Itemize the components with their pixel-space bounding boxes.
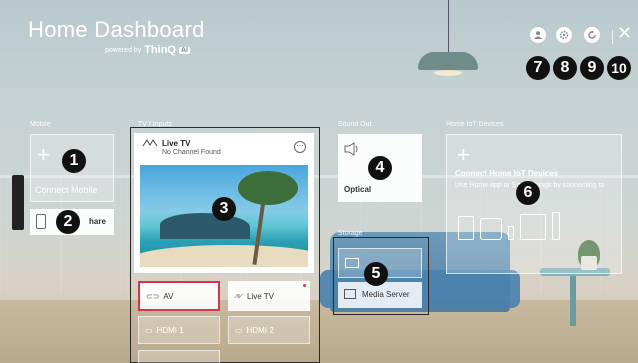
refresh-icon-glyph: [588, 30, 596, 39]
input-live-tv-label: Live TV: [247, 291, 275, 301]
media-server-card[interactable]: Media Server: [338, 282, 422, 308]
lamp-cord: [448, 0, 449, 52]
callout-2: 2: [56, 210, 80, 234]
input-hdmi-1-label: HDMI 1: [156, 325, 184, 335]
input-live-tv[interactable]: ⩘⩗ Live TV: [228, 281, 310, 311]
preview-palm-leaves: [238, 171, 298, 205]
fridge-icon: [458, 216, 474, 240]
page-title: Home Dashboard: [28, 17, 205, 42]
live-tv-subtitle: No Channel Found: [162, 149, 221, 156]
recording-dot: [303, 284, 306, 287]
input-av-label: AV: [163, 291, 174, 301]
brand-badge: AI: [178, 46, 190, 54]
sound-out-label: Optical: [344, 185, 372, 194]
section-storage: Storage: [338, 230, 363, 237]
av-icon: ⊂⊃: [146, 291, 160, 301]
callout-9: 9: [580, 56, 604, 80]
hdmi-icon: ▭: [145, 325, 153, 335]
callout-4: 4: [368, 156, 392, 180]
connect-mobile-label: Connect Mobile: [35, 185, 98, 195]
input-more[interactable]: [138, 350, 220, 363]
gear-icon[interactable]: [556, 27, 572, 43]
server-icon: [344, 289, 356, 299]
callout-1: 1: [62, 149, 86, 173]
iot-device-illustrations: [458, 212, 560, 240]
callout-6: 6: [516, 181, 540, 205]
input-av[interactable]: ⊂⊃ AV: [138, 281, 220, 311]
media-server-label: Media Server: [362, 290, 410, 299]
usb-storage-icon: [345, 258, 359, 268]
purifier-icon: [552, 212, 560, 240]
lamp-glow: [434, 70, 462, 76]
antenna-icon: [142, 139, 158, 147]
callout-10: 10: [607, 56, 631, 80]
home-dashboard-screen: Home Dashboard powered by ThinQ AI ✕ 7 8…: [0, 0, 638, 363]
side-table-leg: [570, 276, 576, 326]
floor-speaker: [12, 175, 24, 230]
more-options-icon[interactable]: ⋯: [294, 141, 306, 153]
section-sound-out: Sound Out: [338, 121, 372, 128]
antenna-icon: ⩘⩗: [234, 291, 244, 300]
pendant-lamp: [418, 52, 478, 70]
section-home-iot: Home IoT Devices: [446, 121, 504, 128]
users-icon-glyph: [534, 31, 542, 39]
washer-icon: [480, 218, 502, 240]
speaker-device-icon: [508, 226, 514, 240]
home-iot-card[interactable]: + Connect Home IoT Devices Use Home app …: [446, 134, 622, 274]
speaker-icon: [344, 142, 358, 156]
input-hdmi-2[interactable]: ▭ HDMI 2: [228, 316, 310, 344]
input-hdmi-1[interactable]: ▭ HDMI 1: [138, 316, 220, 344]
gear-icon-glyph: [559, 30, 569, 40]
iot-title: Connect Home IoT Devices: [455, 169, 559, 178]
preview-mountain: [160, 213, 250, 239]
plus-icon: +: [37, 142, 50, 167]
header-divider: [612, 30, 613, 44]
powered-by-text: powered by: [105, 46, 142, 54]
callout-3: 3: [212, 197, 236, 221]
callout-7: 7: [526, 56, 550, 80]
preview-beach: [140, 245, 308, 267]
input-hdmi-2-label: HDMI 2: [246, 325, 274, 335]
phone-icon: [36, 214, 46, 229]
callout-8: 8: [553, 56, 577, 80]
brand-name: ThinQ: [144, 44, 176, 56]
users-icon[interactable]: [530, 27, 546, 43]
live-tv-title: Live TV: [162, 139, 191, 148]
refresh-icon[interactable]: [584, 27, 600, 43]
powered-by: powered by ThinQ AI: [105, 44, 190, 56]
oven-icon: [520, 214, 546, 240]
close-icon[interactable]: ✕: [617, 24, 632, 42]
callout-5: 5: [364, 262, 388, 286]
hdmi-icon: ▭: [235, 325, 243, 335]
share-label: hare: [89, 217, 106, 226]
plus-icon: +: [457, 142, 470, 167]
section-mobile: Mobile: [30, 121, 51, 128]
